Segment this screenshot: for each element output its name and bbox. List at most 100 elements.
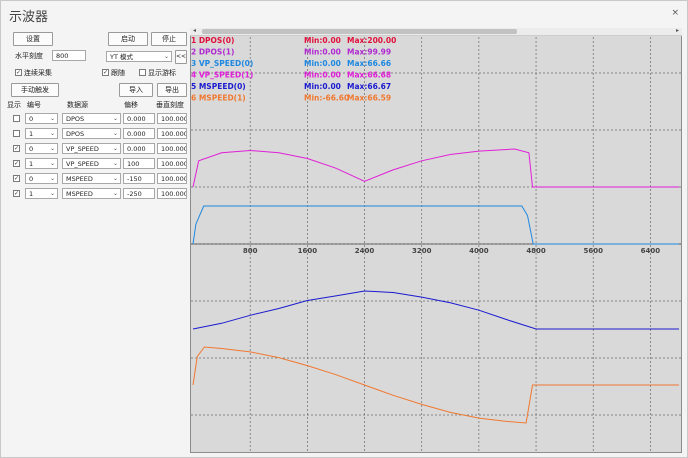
scope-plot-area[interactable]: 800 1600 2400 3200 4000 4800 5600 6400 1 DPOS(0)…	[190, 28, 682, 453]
chevron-down-icon: ⌄	[49, 130, 55, 137]
control-panel: 设置 启动 停止 水平刻度 800 YT 模式 ⌄ << ✓ 连续采集 ✓ 跟随 …	[5, 29, 187, 453]
col-header-number: 编号	[27, 101, 41, 109]
legend-entry-name: 5 MSPEED(0)	[191, 82, 246, 91]
row-source-value: MSPEED	[66, 190, 93, 198]
legend-entry-name: 2 DPOS(1)	[191, 48, 234, 57]
import-button[interactable]: 导入	[119, 83, 153, 97]
hscale-label: 水平刻度	[15, 52, 43, 60]
row-vscale-input[interactable]: 100.000	[157, 173, 187, 184]
row-offset-input[interactable]: -250	[123, 188, 155, 199]
legend-entry-max: Max:200.00	[347, 36, 396, 45]
row-offset-input[interactable]: 0.000	[123, 128, 155, 139]
row-number-select[interactable]: 0 ⌄	[25, 143, 58, 154]
chevron-down-icon: ⌄	[163, 53, 169, 60]
row-show-checkbox[interactable]: ✓	[13, 175, 20, 182]
row-vscale-input[interactable]: 100.000	[157, 188, 187, 199]
legend-entry-max: Max:66.67	[347, 82, 391, 91]
row-show-checkbox[interactable]	[13, 115, 20, 122]
chevron-down-icon: ⌄	[112, 160, 118, 167]
legend-entry-min: Min:0.00	[304, 82, 341, 91]
chevron-down-icon: ⌄	[112, 190, 118, 197]
chevron-down-icon: ⌄	[112, 115, 118, 122]
row-source-value: VP_SPEED	[66, 160, 99, 168]
legend-entry-min: Min:0.00	[304, 71, 341, 80]
row-number-select[interactable]: 1 ⌄	[25, 158, 58, 169]
col-header-vscale: 垂直刻度	[156, 101, 184, 109]
row-source-value: MSPEED	[66, 175, 93, 183]
horizontal-scrollbar[interactable]: ◂ ▸	[190, 27, 682, 36]
export-button[interactable]: 导出	[157, 83, 187, 97]
legend-entry-max: Max:66.68	[347, 71, 391, 80]
row-source-select[interactable]: DPOS ⌄	[62, 113, 121, 124]
scroll-left-icon[interactable]: ◂	[193, 27, 196, 34]
row-vscale-input[interactable]: 100.000	[157, 113, 187, 124]
x-tick-label: 4000	[469, 247, 489, 255]
row-offset-input[interactable]: 0.000	[123, 113, 155, 124]
close-icon[interactable]: ×	[671, 8, 679, 18]
row-show-checkbox[interactable]: ✓	[13, 145, 20, 152]
continuous-label: 连续采集	[24, 69, 52, 77]
col-header-show: 显示	[7, 101, 21, 109]
row-source-value: DPOS	[66, 115, 85, 123]
legend-entry-name: 1 DPOS(0)	[191, 36, 234, 45]
row-source-select[interactable]: DPOS ⌄	[62, 128, 121, 139]
row-number-select[interactable]: 0 ⌄	[25, 113, 58, 124]
row-show-checkbox[interactable]: ✓	[13, 190, 20, 197]
row-number-value: 1	[29, 130, 34, 138]
legend-entry-min: Min:0.00	[304, 36, 341, 45]
row-source-value: DPOS	[66, 130, 85, 138]
scope-svg: 800 1600 2400 3200 4000 4800 5600 6400 1 DPOS(0)…	[191, 36, 681, 452]
x-tick-label: 2400	[355, 247, 375, 255]
settings-button[interactable]: 设置	[13, 32, 53, 46]
x-tick-label: 800	[243, 247, 258, 255]
show-cursor-label: 显示游标	[148, 69, 176, 77]
row-source-select[interactable]: VP_SPEED ⌄	[62, 143, 121, 154]
row-number-select[interactable]: 1 ⌄	[25, 128, 58, 139]
stop-button[interactable]: 停止	[151, 32, 187, 46]
collapse-button[interactable]: <<	[175, 50, 187, 64]
follow-checkbox[interactable]: ✓	[102, 69, 109, 76]
chevron-down-icon: ⌄	[49, 175, 55, 182]
row-number-select[interactable]: 0 ⌄	[25, 173, 58, 184]
hscale-input[interactable]: 800	[52, 50, 86, 61]
manual-trigger-button[interactable]: 手动触发	[11, 83, 59, 97]
col-header-source: 数据源	[67, 101, 88, 109]
legend-entry-min: Min:-66.60	[304, 94, 349, 103]
row-source-value: VP_SPEED	[66, 145, 99, 153]
row-vscale-input[interactable]: 100.000	[157, 143, 187, 154]
scroll-right-icon[interactable]: ▸	[676, 27, 679, 34]
row-offset-input[interactable]: 0.000	[123, 143, 155, 154]
start-button[interactable]: 启动	[108, 32, 148, 46]
oscilloscope-window: 示波器 × 设置 启动 停止 水平刻度 800 YT 模式 ⌄ << ✓ 连续采集…	[0, 0, 688, 458]
row-offset-input[interactable]: -150	[123, 173, 155, 184]
row-show-checkbox[interactable]	[13, 130, 20, 137]
row-vscale-input[interactable]: 100.000	[157, 158, 187, 169]
chevron-down-icon: ⌄	[112, 130, 118, 137]
row-show-checkbox[interactable]: ✓	[13, 160, 20, 167]
x-tick-label: 1600	[298, 247, 318, 255]
legend-entry-name: 4 VP_SPEED(1)	[191, 71, 253, 80]
chevron-down-icon: ⌄	[49, 115, 55, 122]
x-tick-label: 4800	[526, 247, 546, 255]
row-source-select[interactable]: MSPEED ⌄	[62, 173, 121, 184]
chevron-down-icon: ⌄	[49, 190, 55, 197]
chevron-down-icon: ⌄	[112, 175, 118, 182]
mode-select[interactable]: YT 模式 ⌄	[106, 51, 172, 62]
row-number-value: 0	[29, 175, 34, 183]
legend-entry-max: Max:66.66	[347, 59, 391, 68]
row-source-select[interactable]: MSPEED ⌄	[62, 188, 121, 199]
series-line	[192, 346, 679, 424]
col-header-offset: 偏移	[124, 101, 138, 109]
row-offset-input[interactable]: 100	[123, 158, 155, 169]
series-line	[192, 290, 679, 330]
mode-value: YT 模式	[110, 53, 134, 61]
row-number-select[interactable]: 1 ⌄	[25, 188, 58, 199]
row-source-select[interactable]: VP_SPEED ⌄	[62, 158, 121, 169]
chevron-down-icon: ⌄	[49, 145, 55, 152]
continuous-checkbox[interactable]: ✓	[15, 69, 22, 76]
row-vscale-input[interactable]: 100.000	[157, 128, 187, 139]
show-cursor-checkbox[interactable]	[139, 69, 146, 76]
scroll-thumb[interactable]	[202, 29, 517, 34]
series-line	[192, 148, 679, 188]
x-tick-label: 3200	[412, 247, 432, 255]
